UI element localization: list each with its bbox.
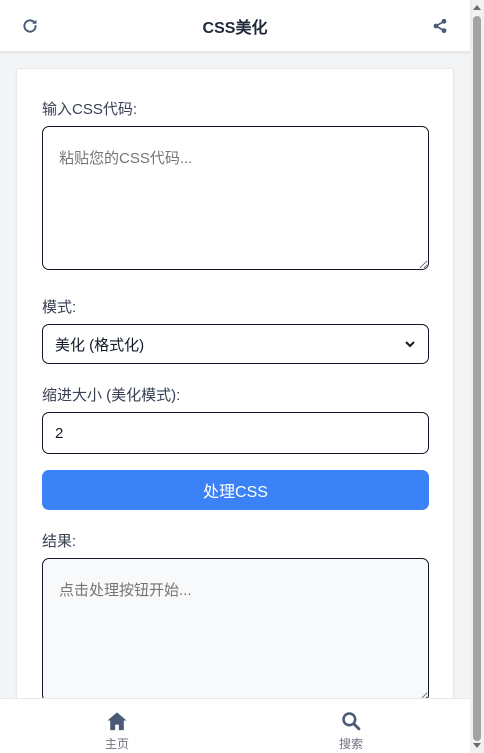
css-input-label: 输入CSS代码: [42, 101, 138, 118]
search-icon [342, 712, 361, 731]
top-app-bar: CSS美化 [0, 0, 470, 52]
indent-size-value: 2 [55, 424, 64, 442]
bottom-navigation: 主页 搜索 [0, 698, 470, 753]
result-textarea[interactable] [42, 558, 429, 702]
chevron-down-icon [405, 341, 415, 348]
css-input-textarea[interactable] [42, 126, 429, 270]
home-icon [107, 712, 127, 731]
page-title: CSS美化 [202, 19, 268, 37]
result-label: 结果: [42, 533, 77, 550]
mode-label: 模式: [42, 299, 77, 316]
process-css-button[interactable]: 处理CSS [42, 470, 429, 510]
mode-select-value: 美化 (格式化) [55, 336, 145, 354]
scroll-down-arrow-icon[interactable] [473, 743, 481, 748]
nav-item-home[interactable]: 主页 [87, 711, 147, 752]
mode-select[interactable]: 美化 (格式化) [42, 324, 429, 364]
nav-label-search: 搜索 [338, 737, 363, 751]
css-beautifier-card: 输入CSS代码: 模式: 美化 (格式化) 缩进大小 (美化模式): 2 处理C… [16, 68, 454, 708]
scroll-up-arrow-icon[interactable] [473, 5, 481, 10]
share-icon[interactable] [428, 14, 452, 38]
nav-label-home: 主页 [104, 737, 129, 751]
indent-size-label: 缩进大小 (美化模式): [42, 387, 181, 404]
scrollbar-thumb[interactable] [473, 16, 481, 741]
indent-size-input[interactable]: 2 [42, 412, 429, 454]
refresh-icon[interactable] [18, 14, 42, 38]
vertical-scrollbar[interactable] [470, 0, 484, 753]
nav-item-search[interactable]: 搜索 [321, 711, 381, 752]
